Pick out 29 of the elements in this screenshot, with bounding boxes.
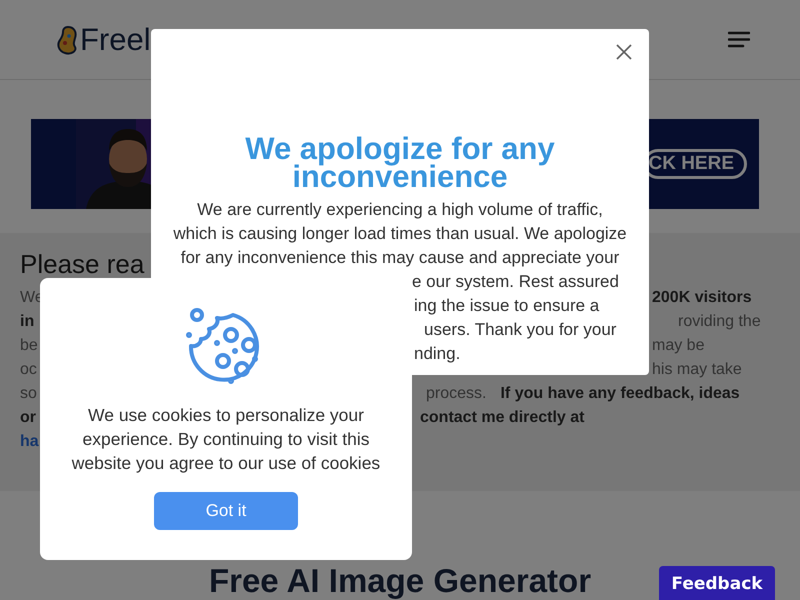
- menu-icon[interactable]: [728, 31, 750, 48]
- dialog-text: ing the issue to ensure a: [414, 296, 600, 315]
- notice-text: 200K visitors: [652, 289, 752, 307]
- got-it-button[interactable]: Got it: [154, 492, 298, 530]
- email-link[interactable]: ha: [20, 433, 38, 451]
- notice-text: or: [20, 409, 37, 427]
- page-title: Free AI Image Generator: [208, 565, 592, 597]
- dialog-text: nding.: [414, 344, 460, 363]
- dialog-text: for any inconvenience this may cause and appreciate your: [180, 248, 620, 267]
- notice-text: roviding the: [678, 313, 761, 331]
- notice-text: may be: [652, 337, 704, 355]
- notice-text: his may take: [652, 361, 742, 379]
- cookie-message: We use cookies to personalize your experience. By continuing to visit this website you agree to our use of cookies: [70, 404, 382, 475]
- notice-text: contact me directly at: [420, 409, 584, 427]
- dialog-text: users. Thank you for your: [424, 320, 616, 339]
- notice-text: so: [20, 385, 38, 403]
- dialog-text: e our system. Rest assured: [412, 272, 619, 291]
- dialog-text: We are currently experiencing a high volume of traffic,: [197, 200, 603, 219]
- notice-text: in: [20, 313, 36, 331]
- notice-text: be: [20, 337, 38, 355]
- notice-text: If you have any feedback, ideas: [500, 385, 740, 403]
- logo-text[interactable]: Freel: [80, 22, 151, 58]
- dialog-text: which is causing longer load times than usual. We apologize: [173, 224, 627, 243]
- feedback-button[interactable]: Feedback: [659, 566, 775, 600]
- dialog-title: We apologize for any inconvenience: [244, 135, 556, 191]
- palette-logo-icon: [56, 24, 78, 54]
- notice-heading: Please rea: [20, 249, 144, 279]
- notice-text: oc: [20, 361, 38, 379]
- notice-text: process.: [426, 385, 486, 403]
